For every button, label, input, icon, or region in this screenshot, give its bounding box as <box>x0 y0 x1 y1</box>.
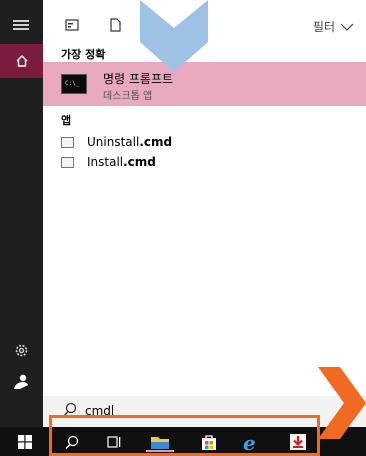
annotation-highlight-box <box>49 415 320 456</box>
best-match-heading: 가장 정확 <box>61 48 106 61</box>
best-match-subtitle: 데스크톱 앱 <box>103 91 153 102</box>
svg-text:C:\_: C:\_ <box>65 80 80 87</box>
script-file-icon <box>61 157 74 168</box>
app-result-label: Install.cmd <box>87 155 156 169</box>
settings-gear-icon[interactable] <box>13 342 30 359</box>
start-rail <box>0 0 43 456</box>
home-button[interactable] <box>0 44 43 78</box>
command-prompt-icon: C:\_ <box>61 74 87 94</box>
user-account-icon[interactable] <box>12 373 30 391</box>
start-button[interactable] <box>14 431 36 453</box>
hamburger-menu-icon[interactable] <box>13 20 29 30</box>
blue-down-arrow-icon <box>140 0 208 72</box>
app-result-label: Uninstall.cmd <box>87 135 173 149</box>
documents-filter-icon[interactable] <box>65 18 79 32</box>
chevron-down-icon <box>340 23 354 31</box>
app-result-uninstall[interactable]: Uninstall.cmd <box>43 132 366 154</box>
filter-label: 필터 <box>312 20 335 34</box>
home-icon <box>16 55 27 67</box>
orange-right-arrow-icon <box>318 367 366 439</box>
script-file-icon <box>61 137 74 148</box>
apps-heading: 앱 <box>61 114 72 127</box>
app-result-install[interactable]: Install.cmd <box>43 152 366 174</box>
filter-dropdown[interactable]: 필터 <box>313 18 354 35</box>
document-icon[interactable] <box>108 18 122 32</box>
windows-logo-icon <box>18 435 32 449</box>
